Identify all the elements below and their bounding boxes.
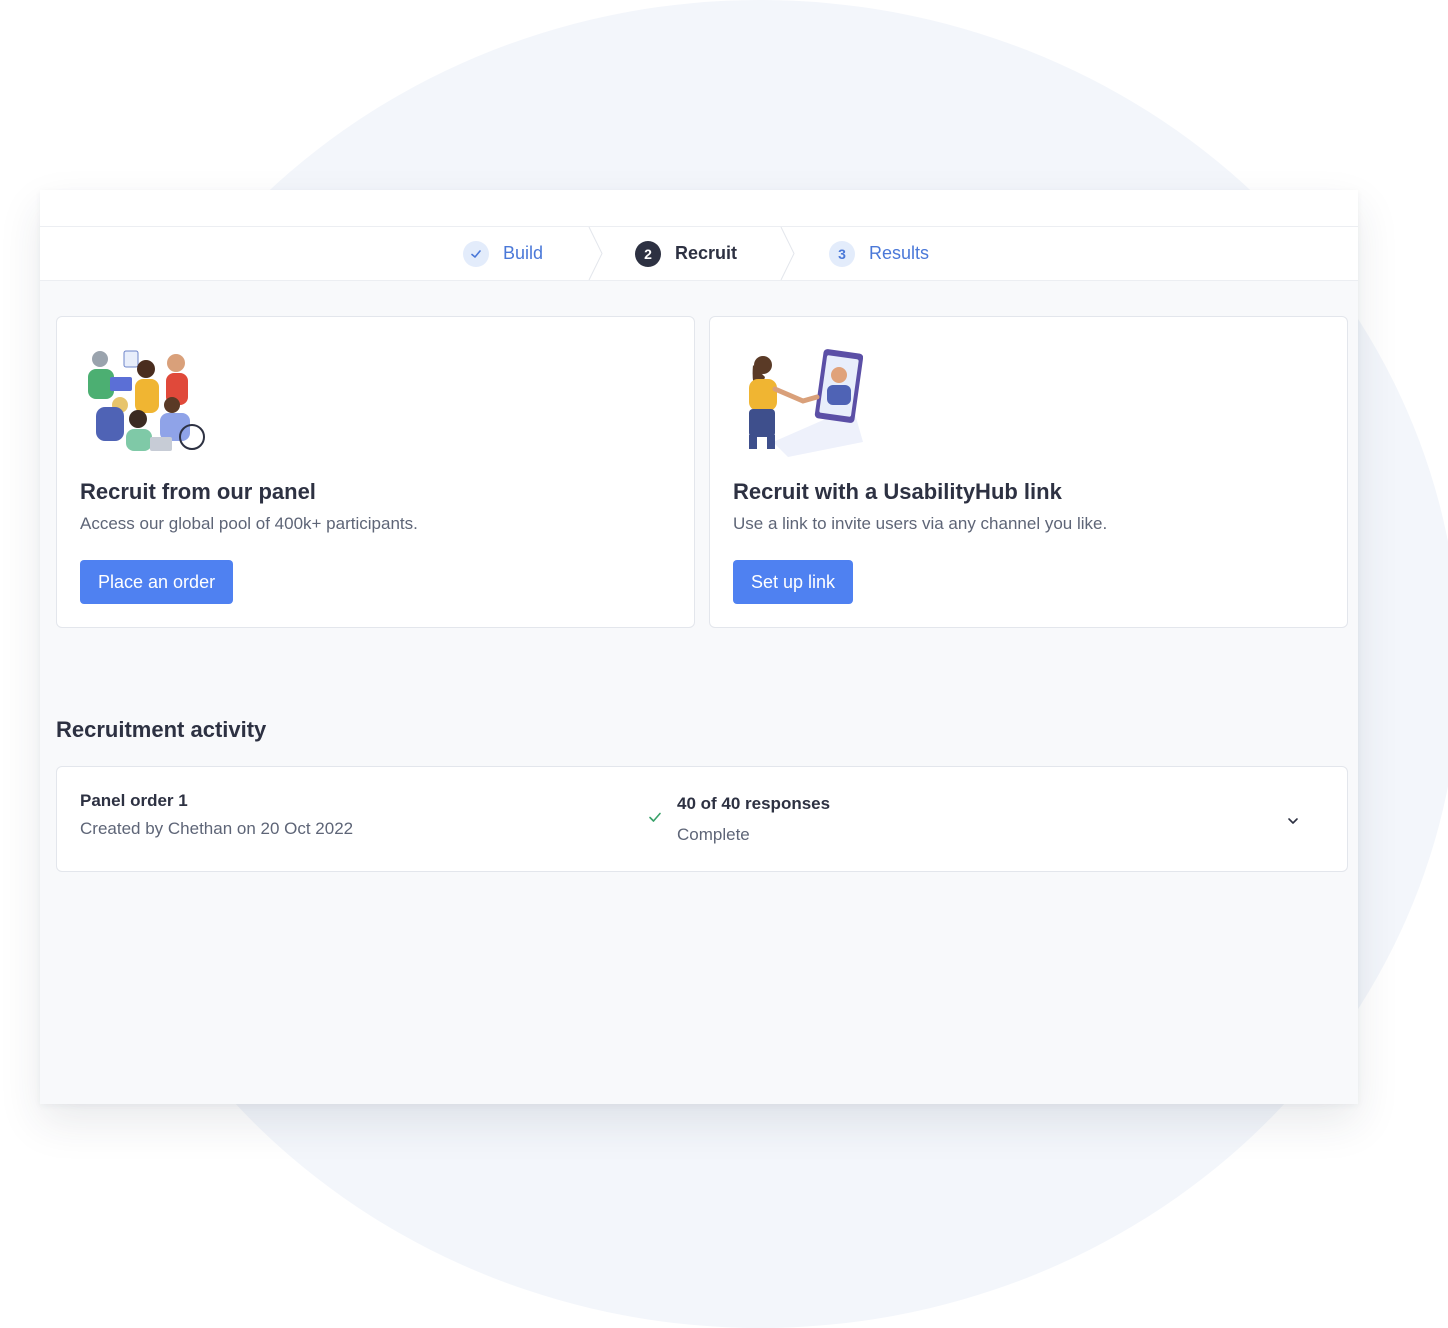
step-results-number: 3 [829,240,855,267]
panel-card-description: Access our global pool of 400k+ particip… [80,514,418,533]
recruitment-activity-heading: Recruitment activity [56,717,267,742]
step-recruit[interactable]: 2 Recruit [635,227,737,280]
chevron-down-icon[interactable] [1279,807,1307,835]
handshake-illustration [749,349,863,457]
step-recruit-number: 2 [635,240,661,267]
panel-card-title: Recruit from our panel [80,479,316,504]
link-card-title: Recruit with a UsabilityHub link [733,479,1062,504]
step-results[interactable]: 3 Results [829,227,929,280]
order-name: Panel order 1 [80,791,188,810]
check-icon [463,240,489,267]
step-recruit-label: Recruit [675,243,738,263]
order-created-meta: Created by Chethan on 20 Oct 2022 [80,819,354,838]
app-window: Build 2 Recruit 3 Results Recruit from o… [40,190,1358,1104]
step-separator [588,227,603,280]
step-separator [780,227,795,280]
recruit-panel-card: Recruit from our panel Access our global… [56,316,695,628]
place-order-button[interactable]: Place an order [80,560,234,604]
order-responses-count: 40 of 40 responses [677,794,831,813]
check-icon [649,812,661,822]
top-bar [40,190,1358,227]
diverse-group-illustration [88,350,205,451]
link-card-description: Use a link to invite users via any chann… [733,514,1108,533]
progress-stepper: Build 2 Recruit 3 Results [40,227,1358,281]
step-results-label: Results [869,243,930,263]
set-up-link-button[interactable]: Set up link [733,560,854,604]
order-status: Complete [677,825,750,844]
step-build[interactable]: Build [463,227,543,280]
panel-order-row[interactable]: Panel order 1 Created by Chethan on 20 O… [56,766,1348,872]
recruit-link-card: Recruit with a UsabilityHub link Use a l… [709,316,1348,628]
step-build-label: Build [503,243,544,263]
